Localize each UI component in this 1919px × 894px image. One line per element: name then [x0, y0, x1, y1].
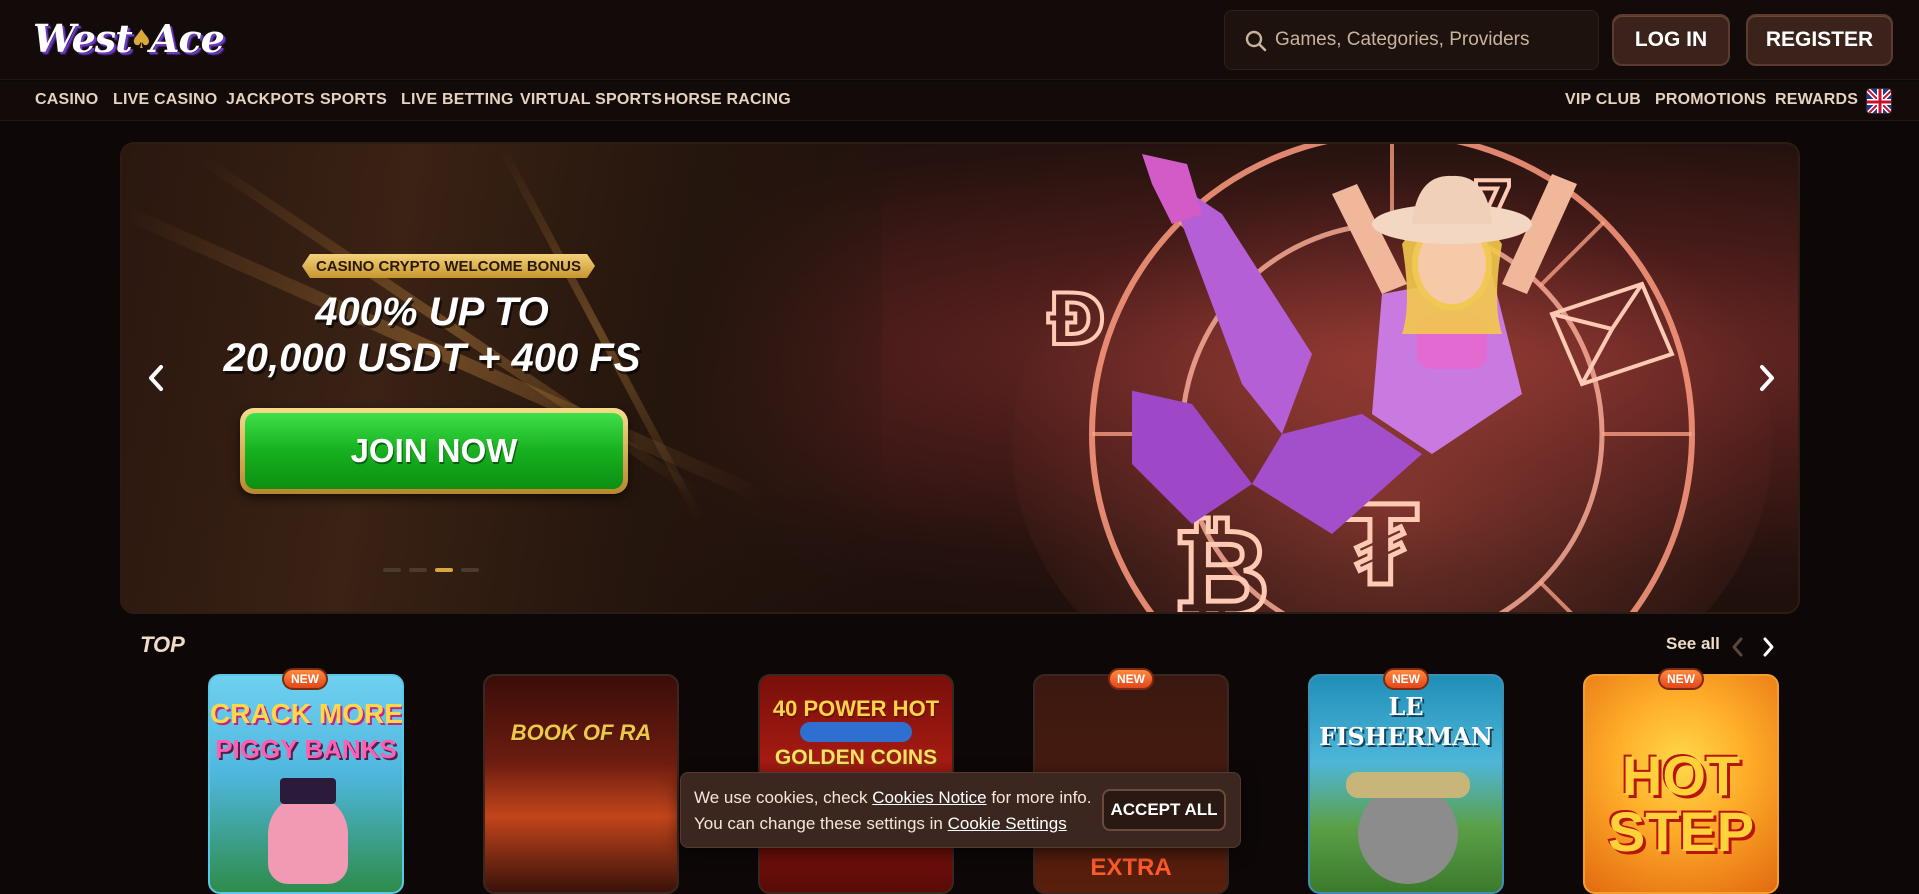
svg-text:Ð: Ð — [1047, 279, 1106, 361]
game-title: CRACK MORE — [210, 698, 403, 729]
nav-item-sports[interactable]: SPORTS — [320, 91, 387, 109]
banner-prev-arrow[interactable] — [136, 358, 176, 398]
game-title: HOT — [1621, 744, 1741, 807]
nav-item-promotions[interactable]: PROMOTIONS — [1655, 91, 1766, 109]
game-tile-crack-more-piggy-banks[interactable]: CRACK MORE PIGGY BANKS — [208, 674, 404, 894]
nav-item-vip-club[interactable]: VIP CLUB — [1565, 91, 1641, 109]
accept-all-button[interactable]: ACCEPT ALL — [1102, 789, 1226, 831]
cookie-text: We use cookies, check — [694, 788, 873, 807]
carousel-dot[interactable] — [461, 568, 479, 572]
carousel-dots — [383, 568, 479, 572]
promo-headline-line2: 20,000 USDT + 400 FS — [223, 336, 641, 380]
raccoon-character — [1358, 784, 1458, 884]
carousel-dot[interactable] — [383, 568, 401, 572]
hero-banner[interactable]: ₿ ₮ 7 Ð CASINO CRYPTO WELCOME BONUS 400%… — [120, 142, 1800, 614]
nav-item-rewards[interactable]: REWARDS — [1775, 91, 1858, 109]
banner-next-arrow[interactable] — [1747, 358, 1787, 398]
section-title-top: TOP — [140, 632, 185, 657]
game-title: 40 POWER HOT — [772, 696, 940, 721]
cookie-banner: We use cookies, check Cookies Notice for… — [680, 772, 1241, 848]
join-now-label: JOIN NOW — [245, 413, 623, 489]
game-title: LE — [1388, 692, 1424, 721]
game-title: BOOK OF RA — [510, 720, 652, 745]
login-button[interactable]: LOG IN — [1612, 14, 1730, 66]
game-tile-le-fisherman[interactable]: LE FISHERMAN — [1308, 674, 1504, 894]
promo-headline-line1: 400% UP TO — [315, 290, 549, 334]
chevron-right-icon[interactable] — [1758, 636, 1778, 658]
pig-character — [268, 794, 348, 884]
chevron-left-icon[interactable] — [1728, 636, 1748, 658]
fisher-hat — [1346, 772, 1470, 798]
uk-flag-icon[interactable] — [1866, 88, 1892, 114]
join-now-button[interactable]: JOIN NOW — [240, 408, 628, 494]
game-title: PIGGY BANKS — [215, 734, 397, 764]
west-ace-logo[interactable]: West♠Ace — [33, 12, 225, 68]
site-header: West♠Ace LOG IN REGISTER — [0, 0, 1919, 80]
game-tile-book-of-ra[interactable]: BOOK OF RA — [483, 674, 679, 894]
see-all-link[interactable]: See all — [1666, 634, 1720, 654]
chevron-left-icon — [149, 365, 163, 391]
cookie-settings-link[interactable]: Cookie Settings — [948, 814, 1067, 833]
main-nav: CASINO LIVE CASINO JACKPOTS SPORTS LIVE … — [0, 81, 1919, 121]
nav-item-jackpots[interactable]: JACKPOTS — [226, 91, 315, 109]
carousel-dot[interactable] — [409, 568, 427, 572]
cookie-message: We use cookies, check Cookies Notice for… — [694, 785, 1104, 837]
cookies-notice-link[interactable]: Cookies Notice — [872, 788, 986, 807]
nav-item-live-casino[interactable]: LIVE CASINO — [113, 91, 217, 109]
search-input[interactable] — [1275, 11, 1585, 69]
game-title: GOLDEN COINS — [774, 746, 938, 769]
nav-item-virtual-sports[interactable]: VIRTUAL SPORTS — [520, 91, 662, 109]
cowgirl-illustration — [1132, 154, 1577, 534]
new-badge: NEW — [1658, 668, 1704, 690]
game-title: STEP — [1607, 800, 1755, 863]
new-badge: NEW — [1108, 668, 1154, 690]
game-title: FISHERMAN — [1319, 722, 1493, 751]
nav-item-horse-racing[interactable]: HORSE RACING — [664, 91, 791, 109]
carousel-dot-active[interactable] — [435, 568, 453, 572]
game-title: EXTRA — [1090, 854, 1172, 881]
nav-item-casino[interactable]: CASINO — [35, 91, 98, 109]
search-icon — [1245, 30, 1267, 52]
nav-item-live-betting[interactable]: LIVE BETTING — [401, 91, 514, 109]
spade-icon: ♠ — [129, 25, 153, 55]
new-badge: NEW — [1383, 668, 1429, 690]
register-button[interactable]: REGISTER — [1746, 14, 1893, 66]
promo-badge: CASINO CRYPTO WELCOME BONUS — [302, 254, 595, 278]
new-badge: NEW — [282, 668, 328, 690]
top-hat — [280, 778, 336, 804]
search-box[interactable] — [1224, 10, 1599, 70]
chevron-right-icon — [1760, 365, 1774, 391]
game-tile-hot-step[interactable]: HOT STEP — [1583, 674, 1779, 894]
triple-boost-badge — [800, 722, 912, 742]
